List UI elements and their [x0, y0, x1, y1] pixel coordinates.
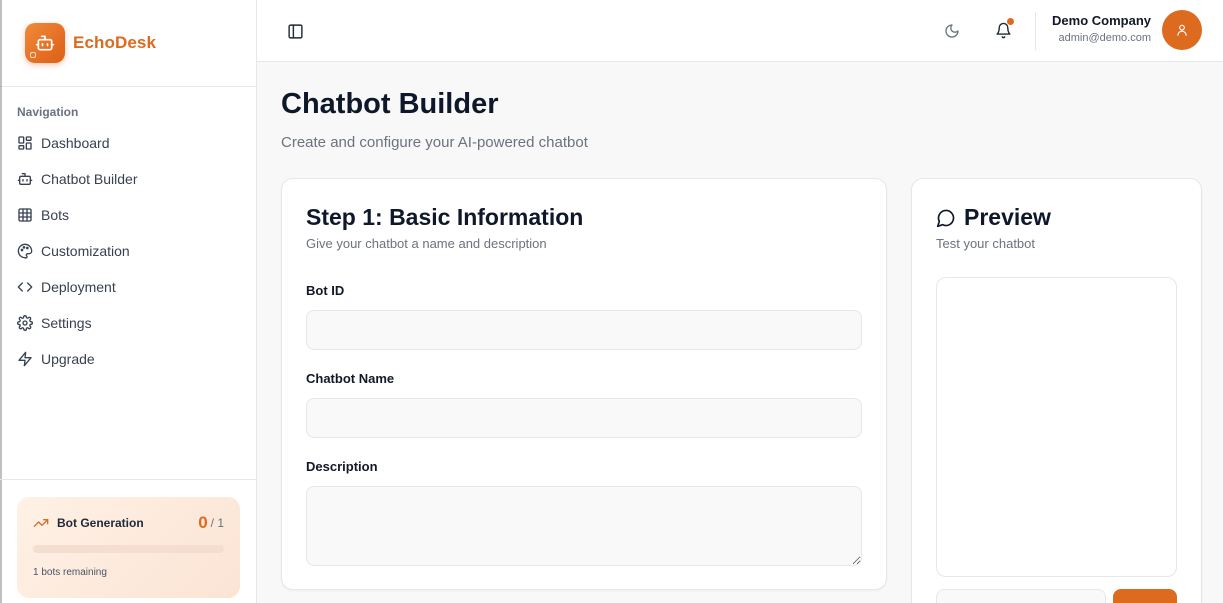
preview-card: Preview Test your chatbot [911, 178, 1202, 603]
sidebar-item-label: Chatbot Builder [41, 171, 138, 187]
bot-generation-total: / 1 [210, 516, 224, 530]
chatbot-name-label: Chatbot Name [306, 371, 395, 386]
user-email: admin@demo.com [1058, 32, 1151, 44]
preview-card-title: Preview [936, 204, 1051, 231]
brand-name: EchoDesk [73, 33, 157, 52]
sidebar-item-settings[interactable]: Settings [8, 305, 248, 341]
preview-message-input[interactable] [936, 589, 1106, 603]
preview-send-button[interactable] [1113, 589, 1177, 603]
moon-icon [945, 24, 959, 38]
preview-title-text: Preview [964, 204, 1051, 230]
description-textarea[interactable] [306, 486, 862, 566]
user-name: Demo Company [1052, 13, 1151, 28]
sidebar-item-label: Bots [41, 207, 70, 223]
sidebar-item-label: Customization [41, 243, 130, 259]
avatar[interactable] [1162, 10, 1202, 50]
form-card-title: Step 1: Basic Information [306, 204, 584, 230]
lightning-icon [18, 351, 32, 367]
top-header: Demo Company admin@demo.com [257, 0, 1223, 62]
bot-generation-count: 0 [198, 513, 208, 532]
palette-icon [17, 243, 33, 259]
preview-card-description: Test your chatbot [936, 236, 1035, 251]
page-title: Chatbot Builder [281, 88, 499, 120]
trending-up-icon [33, 519, 49, 527]
sidebar-item-dashboard[interactable]: Dashboard [8, 125, 248, 161]
chatbot-name-input[interactable] [306, 398, 862, 438]
user-icon [1177, 24, 1187, 36]
sidebar-nav: Dashboard Chatbot Builder Bots Customiza… [8, 125, 248, 377]
bot-id-label: Bot ID [306, 283, 345, 298]
sidebar-item-upgrade[interactable]: Upgrade [8, 341, 248, 377]
notifications-button[interactable] [991, 18, 1015, 42]
nav-section-label: Navigation [17, 105, 79, 119]
basic-information-card: Step 1: Basic Information Give your chat… [281, 178, 887, 590]
form-card-description: Give your chatbot a name and description [306, 236, 547, 251]
header-divider [1035, 12, 1036, 50]
grid-icon [18, 208, 32, 222]
sidebar-item-label: Dashboard [41, 135, 110, 151]
page-subtitle: Create and configure your AI-powered cha… [281, 134, 588, 151]
code-icon [17, 282, 33, 292]
sidebar-item-bots[interactable]: Bots [8, 197, 248, 233]
description-label: Description [306, 459, 378, 474]
sidebar-item-chatbot-builder[interactable]: Chatbot Builder [8, 161, 248, 197]
sidebar-footer: Bot Generation 0 / 1 1 bots remaining [0, 479, 256, 603]
bot-generation-title: Bot Generation [57, 516, 144, 530]
brand[interactable]: EchoDesk [0, 0, 256, 87]
bot-generation-card: Bot Generation 0 / 1 1 bots remaining [17, 497, 240, 598]
user-info[interactable]: Demo Company admin@demo.com [1047, 13, 1151, 44]
chat-preview-window [936, 277, 1177, 577]
dashboard-icon [18, 136, 32, 150]
sidebar-toggle-button[interactable] [283, 19, 307, 43]
gear-icon [17, 315, 33, 331]
sidebar: EchoDesk Navigation Dashboard Chatbot Bu… [0, 0, 257, 603]
bot-logo-icon [25, 23, 65, 63]
sidebar-item-label: Settings [41, 315, 92, 331]
notification-badge [1007, 18, 1014, 25]
sidebar-item-label: Deployment [41, 279, 116, 295]
bot-id-input[interactable] [306, 310, 862, 350]
panel-left-icon [287, 23, 303, 39]
sidebar-item-customization[interactable]: Customization [8, 233, 248, 269]
sidebar-item-deployment[interactable]: Deployment [8, 269, 248, 305]
bot-generation-progress [33, 545, 224, 553]
sidebar-item-label: Upgrade [41, 351, 95, 367]
theme-toggle-button[interactable] [940, 19, 964, 43]
message-circle-icon [936, 209, 955, 227]
bot-icon [17, 173, 33, 185]
bots-remaining-text: 1 bots remaining [33, 567, 107, 578]
